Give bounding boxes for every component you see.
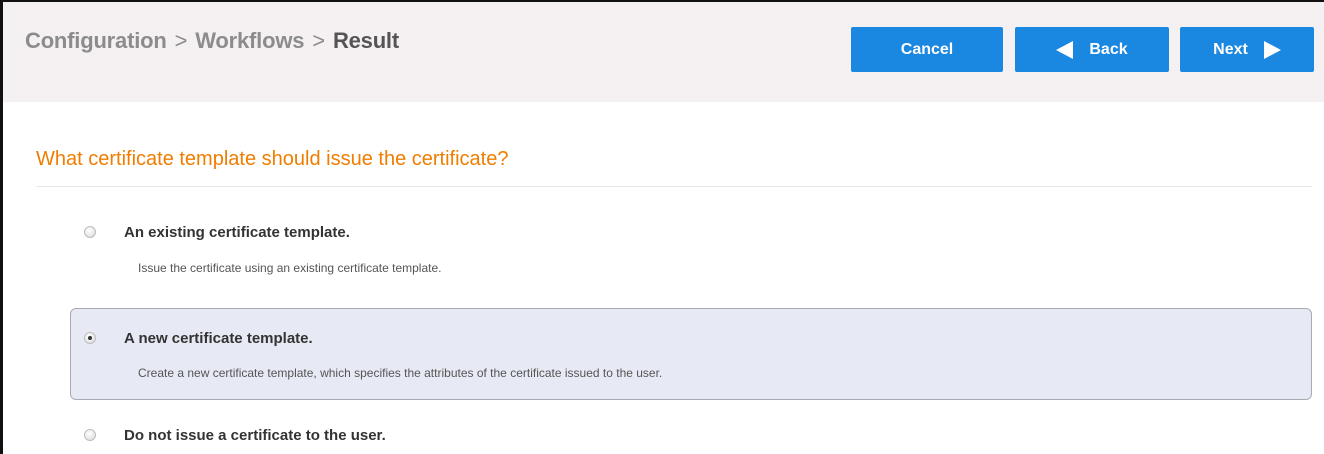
radio-no-certificate[interactable] <box>84 429 96 441</box>
option-description: Issue the certificate using an existing … <box>138 261 442 275</box>
breadcrumb-separator: > <box>174 28 188 53</box>
radio-new-template[interactable] <box>84 332 96 344</box>
breadcrumb-separator: > <box>312 28 325 53</box>
page-header: Configuration > Workflows > Result Cancel Ba… <box>3 2 1324 102</box>
breadcrumb-item-workflows[interactable]: Workflows <box>195 28 304 53</box>
next-button[interactable]: Next <box>1180 27 1314 72</box>
option-title: Do not issue a certificate to the user. <box>124 427 386 444</box>
option-description: Create a new certificate template, which… <box>138 366 663 380</box>
breadcrumb-item-configuration[interactable]: Configuration <box>25 28 167 53</box>
radio-existing-template[interactable] <box>84 226 96 238</box>
option-existing-template[interactable]: An existing certificate template. Issue … <box>70 216 1312 296</box>
question-heading: What certificate template should issue t… <box>36 148 509 170</box>
back-button[interactable]: Back <box>1015 27 1169 72</box>
option-no-certificate[interactable]: Do not issue a certificate to the user. <box>70 420 1312 454</box>
breadcrumb-current: Result <box>332 28 399 53</box>
option-title: An existing certificate template. <box>124 224 350 241</box>
triangle-right-icon <box>1263 40 1281 59</box>
breadcrumb: Configuration > Workflows > Result <box>25 28 399 54</box>
divider <box>36 186 1312 187</box>
triangle-left-icon <box>1056 40 1074 59</box>
option-title: A new certificate template. <box>124 330 313 347</box>
next-button-label: Next <box>1213 40 1248 58</box>
cancel-button-label: Cancel <box>900 40 954 58</box>
back-button-label: Back <box>1089 40 1128 58</box>
cancel-button[interactable]: Cancel <box>851 27 1003 72</box>
option-new-template[interactable]: A new certificate template. Create a new… <box>70 308 1312 400</box>
radio-selected-dot <box>88 336 92 340</box>
